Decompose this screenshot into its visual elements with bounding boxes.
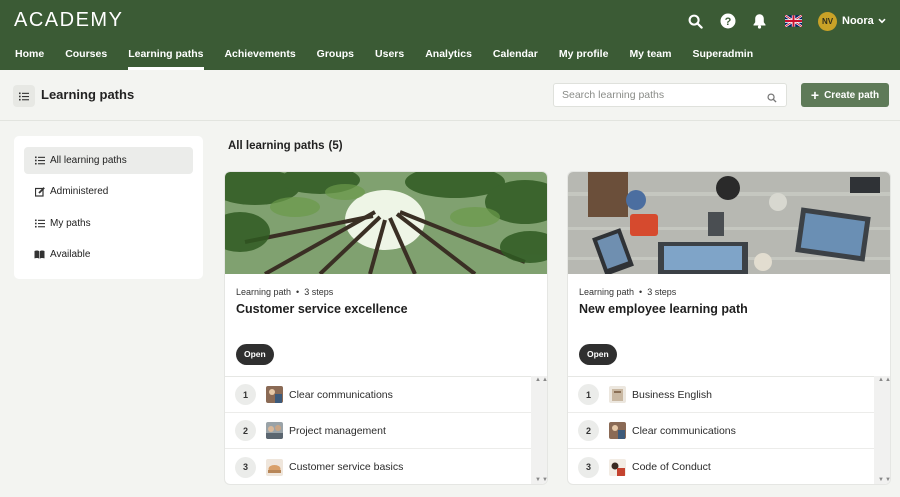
list-icon	[19, 92, 29, 100]
nav-learning-paths[interactable]: Learning paths	[118, 43, 214, 70]
page-title: Learning paths	[41, 87, 135, 102]
step-number: 1	[235, 384, 256, 405]
card-title[interactable]: New employee learning path	[579, 302, 748, 316]
nav-superadmin[interactable]: Superadmin	[682, 43, 764, 70]
step-name: Project management	[289, 424, 386, 437]
sidebar-item-available[interactable]: Available	[24, 241, 193, 268]
learning-path-card[interactable]: Learning path • 3 steps Customer service…	[225, 172, 547, 484]
plus-icon: +	[810, 87, 820, 103]
card-title[interactable]: Customer service excellence	[236, 302, 408, 316]
step-name: Clear communications	[289, 388, 393, 401]
card-steps-count: 3 steps	[647, 287, 677, 297]
avatar: NV	[818, 11, 837, 31]
scroll-up-icon[interactable]: ▲▲	[878, 377, 890, 383]
list-item[interactable]: 3 Code of Conduct	[568, 449, 890, 484]
page-header: Learning paths + Create path	[0, 70, 900, 121]
user-menu[interactable]: NV Noora	[818, 10, 886, 32]
list-item[interactable]: 3 Customer service basics	[225, 449, 547, 484]
uk-flag-icon[interactable]	[784, 11, 802, 31]
card-meta: Learning path • 3 steps	[579, 287, 677, 297]
nav-courses[interactable]: Courses	[55, 43, 118, 70]
sidebar-item-label: My paths	[50, 217, 91, 229]
section-title: All learning paths (5)	[228, 140, 343, 152]
user-name: Noora	[842, 15, 874, 27]
status-badge: Open	[236, 344, 274, 365]
nav-my-profile[interactable]: My profile	[548, 43, 619, 70]
search-icon[interactable]	[767, 90, 777, 108]
step-name: Clear communications	[632, 424, 736, 437]
search-input[interactable]	[554, 84, 754, 106]
nav-my-team[interactable]: My team	[619, 43, 682, 70]
create-path-label: Create path	[824, 89, 880, 101]
step-list: 1 Clear communications 2 Project managem…	[225, 376, 547, 484]
section-title-text: All learning paths	[228, 140, 325, 152]
sidebar-item-label: All learning paths	[50, 155, 127, 166]
scroll-down-icon[interactable]: ▼▼	[878, 477, 890, 483]
scroll-down-icon[interactable]: ▼▼	[535, 477, 547, 483]
sidebar-toggle-button[interactable]	[13, 85, 35, 107]
step-list: 1 Business English 2 Clear communication…	[568, 376, 890, 484]
list-icon	[34, 218, 45, 229]
card-type: Learning path	[579, 287, 635, 297]
search-box	[553, 83, 787, 107]
list-icon	[34, 155, 45, 166]
sidebar: All learning paths Administered My paths…	[14, 136, 203, 279]
nav-calendar[interactable]: Calendar	[482, 43, 548, 70]
list-item[interactable]: 1 Business English	[568, 377, 890, 413]
create-path-button[interactable]: + Create path	[801, 83, 889, 107]
step-number: 1	[578, 384, 599, 405]
nav-users[interactable]: Users	[365, 43, 415, 70]
nav-analytics[interactable]: Analytics	[415, 43, 483, 70]
card-banner-image	[225, 172, 547, 274]
edit-icon	[34, 186, 45, 197]
list-item[interactable]: 2 Clear communications	[568, 413, 890, 449]
step-name: Business English	[632, 388, 712, 401]
course-thumbnail	[266, 386, 283, 403]
step-number: 2	[578, 420, 599, 441]
step-name: Customer service basics	[289, 461, 404, 473]
bell-icon[interactable]	[749, 11, 769, 31]
nav-achievements[interactable]: Achievements	[214, 43, 306, 70]
step-number: 2	[235, 420, 256, 441]
book-icon	[34, 249, 45, 260]
learning-path-card[interactable]: Learning path • 3 steps New employee lea…	[568, 172, 890, 484]
main-nav: Home Courses Learning paths Achievements…	[0, 43, 764, 70]
list-item[interactable]: 2 Project management	[225, 413, 547, 449]
nav-groups[interactable]: Groups	[306, 43, 364, 70]
top-header: ACADEMY ? NV Noora Home Courses Learning…	[0, 0, 900, 70]
course-thumbnail	[266, 422, 283, 439]
sidebar-item-administered[interactable]: Administered	[24, 178, 193, 205]
help-icon[interactable]: ?	[718, 11, 738, 31]
sidebar-item-label: Administered	[50, 186, 109, 198]
course-thumbnail	[609, 458, 626, 476]
search-icon[interactable]	[685, 11, 705, 31]
sidebar-item-all-learning-paths[interactable]: All learning paths	[24, 147, 193, 174]
sidebar-item-my-paths[interactable]: My paths	[24, 210, 193, 237]
list-item[interactable]: 1 Clear communications	[225, 377, 547, 413]
svg-text:?: ?	[725, 16, 732, 28]
scrollbar[interactable]: ▲▲ ▼▼	[874, 376, 890, 484]
card-meta: Learning path • 3 steps	[236, 287, 334, 297]
sidebar-item-label: Available	[50, 248, 91, 260]
card-banner-image	[568, 172, 890, 274]
step-number: 3	[235, 456, 256, 478]
step-number: 3	[578, 456, 599, 478]
step-name: Code of Conduct	[632, 461, 711, 473]
course-thumbnail	[609, 386, 626, 403]
status-badge: Open	[579, 344, 617, 365]
course-thumbnail	[266, 458, 283, 476]
chevron-down-icon	[878, 15, 886, 27]
section-count: (5)	[328, 140, 343, 152]
nav-home[interactable]: Home	[0, 43, 55, 70]
course-thumbnail	[609, 422, 626, 439]
scroll-up-icon[interactable]: ▲▲	[535, 377, 547, 383]
card-steps-count: 3 steps	[304, 287, 334, 297]
card-type: Learning path	[236, 287, 292, 297]
app-logo[interactable]: ACADEMY	[14, 9, 123, 32]
scrollbar[interactable]: ▲▲ ▼▼	[531, 376, 547, 484]
